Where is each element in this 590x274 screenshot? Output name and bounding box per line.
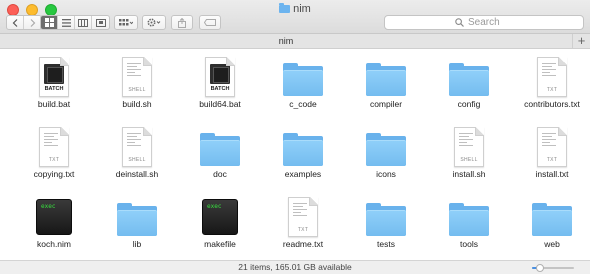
file-item[interactable]: TXT readme.txt: [261, 191, 345, 257]
column-view-button[interactable]: [75, 16, 92, 29]
folder-icon: [532, 197, 572, 237]
file-item[interactable]: SHELL deinstall.sh: [95, 121, 179, 187]
folder-icon: [366, 57, 406, 97]
shell-script-icon: SHELL: [117, 57, 157, 97]
finder-window: nim Search nim + BATCH build.bat SHELL b…: [0, 0, 590, 274]
folder-icon: [449, 57, 489, 97]
columns-icon: [78, 18, 88, 27]
chevron-left-icon: [12, 18, 18, 27]
text-document-icon: TXT: [532, 127, 572, 167]
file-name: build64.bat: [199, 99, 241, 109]
window-title-bar: nim: [0, 2, 590, 16]
file-name: build.sh: [122, 99, 152, 109]
forward-button[interactable]: [24, 16, 41, 29]
file-item[interactable]: icons: [344, 121, 428, 187]
terminal-exec-icon: exec: [200, 197, 240, 237]
new-tab-button[interactable]: +: [572, 34, 590, 49]
folder-icon: [279, 3, 291, 13]
status-text: 21 items, 165.01 GB available: [238, 262, 352, 272]
share-icon: [178, 17, 186, 28]
icon-view-button[interactable]: [41, 16, 58, 29]
tab-bar: nim +: [0, 34, 590, 49]
toolbar: nim Search: [0, 0, 590, 34]
list-icon: [61, 18, 71, 27]
file-item[interactable]: examples: [261, 121, 345, 187]
arrange-grid-icon: [119, 18, 133, 25]
batch-file-icon: BATCH: [200, 57, 240, 97]
file-name: tests: [377, 239, 395, 249]
file-item[interactable]: tools: [427, 191, 511, 257]
file-name: build.bat: [37, 99, 71, 109]
file-name: c_code: [289, 99, 317, 109]
icon-grid-icon: [44, 18, 54, 27]
nav-buttons: [6, 15, 42, 30]
folder-icon: [283, 57, 323, 97]
arrange-button[interactable]: [114, 15, 138, 30]
file-item[interactable]: lib: [95, 191, 179, 257]
file-grid: BATCH build.bat SHELL build.sh BATCH build64.…: [0, 49, 590, 260]
text-document-icon: TXT: [532, 57, 572, 97]
file-name: web: [544, 239, 560, 249]
file-name: deinstall.sh: [115, 169, 159, 179]
folder-icon: [117, 197, 157, 237]
file-item[interactable]: config: [427, 51, 511, 117]
file-name: doc: [213, 169, 227, 179]
shell-script-icon: SHELL: [117, 127, 157, 167]
tab-nim[interactable]: nim: [0, 34, 572, 49]
folder-icon: [366, 127, 406, 167]
view-mode-control: [40, 15, 110, 30]
folder-icon: [449, 197, 489, 237]
back-button[interactable]: [7, 16, 24, 29]
window-title: nim: [293, 3, 311, 15]
file-item[interactable]: compiler: [344, 51, 428, 117]
folder-icon: [366, 197, 406, 237]
tag-icon: [204, 19, 216, 26]
file-item[interactable]: web: [510, 191, 590, 257]
file-name: compiler: [369, 99, 403, 109]
file-name: icons: [376, 169, 396, 179]
file-name: readme.txt: [282, 239, 324, 249]
file-item[interactable]: SHELL install.sh: [427, 121, 511, 187]
terminal-exec-icon: exec: [34, 197, 74, 237]
list-view-button[interactable]: [58, 16, 75, 29]
file-name: contributors.txt: [524, 99, 580, 109]
file-item[interactable]: exec makefile: [178, 191, 262, 257]
file-item[interactable]: TXT copying.txt: [12, 121, 96, 187]
file-item[interactable]: BATCH build64.bat: [178, 51, 262, 117]
tags-button[interactable]: [199, 15, 221, 30]
shell-script-icon: SHELL: [449, 127, 489, 167]
file-name: install.sh: [452, 169, 486, 179]
search-placeholder: Search: [468, 17, 500, 28]
file-item[interactable]: c_code: [261, 51, 345, 117]
file-item[interactable]: SHELL build.sh: [95, 51, 179, 117]
folder-icon: [283, 127, 323, 167]
text-document-icon: TXT: [34, 127, 74, 167]
chevron-right-icon: [30, 18, 35, 27]
file-item[interactable]: BATCH build.bat: [12, 51, 96, 117]
batch-file-icon: BATCH: [34, 57, 74, 97]
action-button[interactable]: [142, 15, 166, 30]
file-name: copying.txt: [33, 169, 75, 179]
coverflow-view-button[interactable]: [92, 16, 109, 29]
folder-icon: [200, 127, 240, 167]
coverflow-icon: [95, 18, 106, 27]
file-item[interactable]: TXT contributors.txt: [510, 51, 590, 117]
file-name: koch.nim: [36, 239, 71, 249]
file-name: lib: [132, 239, 142, 249]
text-document-icon: TXT: [283, 197, 323, 237]
file-name: makefile: [204, 239, 236, 249]
share-button[interactable]: [171, 15, 193, 30]
file-name: tools: [460, 239, 478, 249]
file-name: config: [457, 99, 481, 109]
file-name: examples: [284, 169, 322, 179]
file-item[interactable]: doc: [178, 121, 262, 187]
file-item[interactable]: exec koch.nim: [12, 191, 96, 257]
file-name: install.txt: [535, 169, 569, 179]
file-item[interactable]: TXT install.txt: [510, 121, 590, 187]
gear-icon: [147, 18, 161, 27]
status-bar: 21 items, 165.01 GB available: [0, 260, 590, 274]
file-item[interactable]: tests: [344, 191, 428, 257]
search-icon: [455, 18, 464, 27]
search-field[interactable]: Search: [384, 15, 584, 30]
